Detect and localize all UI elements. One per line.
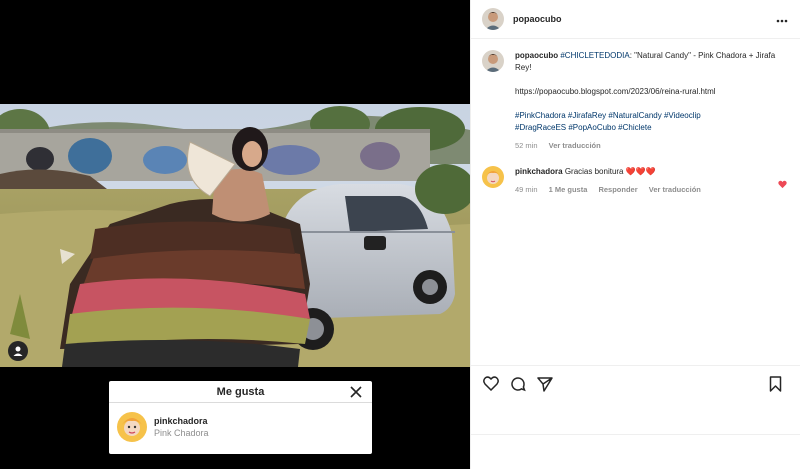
avatar[interactable] xyxy=(482,8,504,30)
comment-body: pinkchadora Gracias bonitura ❤️❤️❤️ 49 m… xyxy=(515,166,785,196)
post-photo[interactable] xyxy=(0,104,470,367)
likes-list-item[interactable]: pinkchadora Pink Chadora xyxy=(109,403,372,451)
likes-modal-header: Me gusta xyxy=(109,381,372,403)
add-comment-divider xyxy=(471,434,800,435)
caption-translate-button[interactable]: Ver traducción xyxy=(549,141,601,150)
share-icon[interactable] xyxy=(536,375,554,393)
comment-text: Gracias bonitura ❤️❤️❤️ xyxy=(564,167,656,176)
avatar[interactable] xyxy=(482,50,504,72)
likes-modal-title: Me gusta xyxy=(216,385,265,398)
liker-full-name: Pink Chadora xyxy=(154,428,209,438)
reply-button[interactable]: Responder xyxy=(598,185,637,194)
avatar[interactable] xyxy=(482,166,504,188)
likes-summary-area xyxy=(471,401,800,469)
caption-username[interactable]: popaocubo xyxy=(515,51,558,60)
caption-body: popaocubo #CHICLETEDODIA: "Natural Candy… xyxy=(515,50,785,152)
comment-time: 49 min xyxy=(515,185,538,194)
comment-meta: 49 min 1 Me gusta Responder Ver traducci… xyxy=(515,184,785,196)
bookmark-icon[interactable] xyxy=(766,375,784,393)
post-side-panel: popaocubo popaocubo #CHICLETEDODIA: "Nat… xyxy=(470,0,800,469)
comment-username[interactable]: pinkchadora xyxy=(515,167,563,176)
comment-translate-button[interactable]: Ver traducción xyxy=(649,185,701,194)
media-panel: Me gusta pinkchadora Pink Chadora xyxy=(0,0,470,469)
caption: popaocubo #CHICLETEDODIA: "Natural Candy… xyxy=(482,50,790,152)
liker-username[interactable]: pinkchadora xyxy=(154,415,209,427)
likes-modal: Me gusta pinkchadora Pink Chadora xyxy=(109,381,372,454)
caption-hashtag[interactable]: #CHICLETEDODIA xyxy=(560,51,629,60)
comment-icon[interactable] xyxy=(509,375,527,393)
caption-time: 52 min xyxy=(515,141,538,150)
caption-hashtags-line-2[interactable]: #DragRaceES #PopAoCubo #Chiclete xyxy=(515,122,785,134)
tagged-user-icon[interactable] xyxy=(8,341,28,361)
comments-section: popaocubo #CHICLETEDODIA: "Natural Candy… xyxy=(471,40,800,325)
comment-item: pinkchadora Gracias bonitura ❤️❤️❤️ 49 m… xyxy=(482,166,790,196)
post-actions-bar xyxy=(471,365,800,401)
comment-like-icon[interactable] xyxy=(778,176,787,189)
close-icon[interactable] xyxy=(348,384,364,400)
more-horizontal-icon[interactable] xyxy=(776,12,788,26)
author-username[interactable]: popaocubo xyxy=(513,14,562,24)
heart-icon[interactable] xyxy=(482,375,500,393)
caption-hashtags-line-1[interactable]: #PinkChadora #JirafaRey #NaturalCandy #V… xyxy=(515,110,785,122)
comment-likes-button[interactable]: 1 Me gusta xyxy=(549,185,588,194)
caption-meta: 52 min Ver traducción xyxy=(515,140,785,152)
avatar[interactable] xyxy=(117,412,147,442)
post-header: popaocubo xyxy=(471,0,800,39)
caption-url: https://popaocubo.blogspot.com/2023/06/r… xyxy=(515,87,716,96)
